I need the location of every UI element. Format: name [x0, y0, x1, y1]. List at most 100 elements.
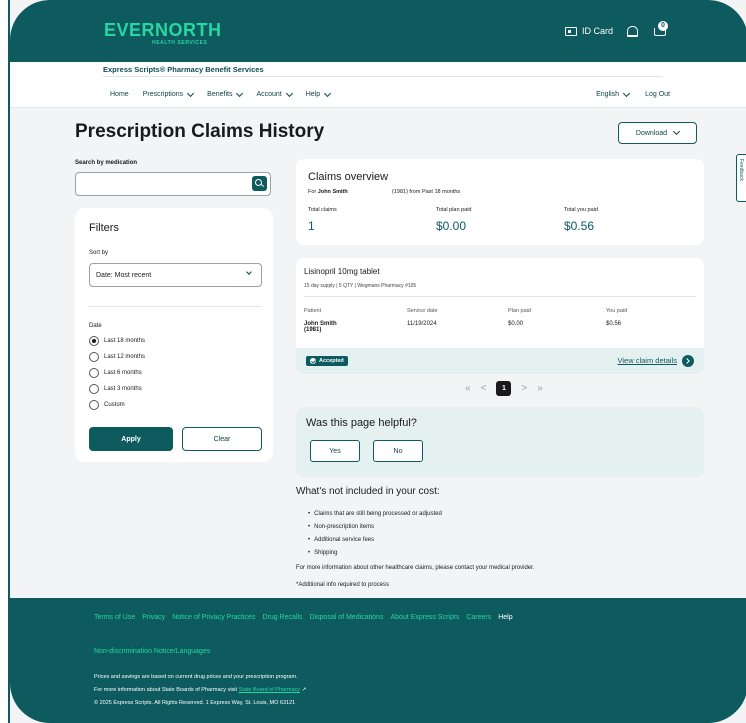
overview-range: (1981) from Past 18 months — [392, 189, 461, 195]
search-input[interactable] — [75, 172, 271, 196]
chevron-down-icon — [236, 89, 244, 97]
language-label: English — [596, 91, 620, 98]
evernorth-logo[interactable]: EVERNORTH — [104, 20, 222, 41]
date-option-custom[interactable]: Custom — [89, 400, 125, 410]
top-right-actions: ID Card 0 — [564, 21, 668, 37]
plan-paid-value: $0.00 — [436, 219, 467, 233]
logo-subtitle: HEALTH SERVICES — [152, 40, 208, 46]
external-link-icon: ↗ — [301, 687, 307, 693]
nav-account-label: Account — [256, 91, 282, 98]
pagination: « < 1 > » — [465, 381, 543, 396]
chevron-down-icon — [673, 127, 681, 136]
status-label: Accepted — [319, 358, 344, 364]
current-page[interactable]: 1 — [496, 381, 512, 396]
radio-icon — [89, 400, 99, 410]
filters-panel: Filters Sort by Date: Most recent Date L… — [75, 208, 273, 462]
chevron-down-icon — [623, 89, 631, 97]
nav-help[interactable]: Help — [306, 89, 332, 98]
footer-link-privacy[interactable]: Privacy — [142, 614, 165, 621]
main-nav: Home Prescriptions Benefits Account Help — [110, 89, 332, 98]
state-board-link[interactable]: State Board of Pharmacy — [239, 687, 300, 693]
claim-footer: Accepted View claim details — [296, 348, 704, 374]
nav-account[interactable]: Account — [256, 89, 293, 98]
download-button[interactable]: Download — [618, 122, 697, 144]
footer-link-disposal[interactable]: Disposal of Medications — [310, 614, 384, 621]
footer-copyright: © 2025 Express Scripts. All Rights Reser… — [94, 700, 296, 706]
date-option-label: Last 3 months — [104, 386, 142, 392]
page-title: Prescription Claims History — [75, 121, 325, 142]
helpful-card: Was this page helpful? Yes No — [296, 407, 704, 477]
status-badge: Accepted — [306, 356, 348, 366]
clear-button[interactable]: Clear — [182, 427, 262, 451]
cart-button[interactable]: 0 — [652, 21, 668, 37]
yes-button[interactable]: Yes — [310, 440, 360, 462]
claim-you-paid-label: You paid — [606, 308, 628, 314]
footer-link-drug-recalls[interactable]: Drug Recalls — [262, 614, 302, 621]
footer-prices-text: Prices and savings are based on current … — [94, 674, 298, 680]
date-option-12-months[interactable]: Last 12 months — [89, 352, 145, 362]
claim-drug-name: Lisinopril 10mg tablet — [304, 267, 380, 276]
list-item: Non-prescription items — [308, 521, 442, 534]
patient-label: Patient — [304, 308, 322, 314]
sub-header: Express Scripts® Pharmacy Benefit Servic… — [10, 62, 746, 108]
claim-details: 15 day supply | 5 QTY | Wegmans Pharmacy… — [304, 283, 417, 289]
next-page-button[interactable]: > — [521, 383, 527, 394]
nav-prescriptions-label: Prescriptions — [142, 91, 184, 98]
filters-title: Filters — [89, 222, 119, 234]
sort-by-label: Sort by — [89, 250, 109, 256]
download-label: Download — [635, 129, 668, 137]
arrow-right-circle-icon[interactable] — [682, 355, 694, 367]
date-option-3-months[interactable]: Last 3 months — [89, 384, 142, 394]
first-page-button[interactable]: « — [465, 383, 471, 394]
prev-page-button[interactable]: < — [481, 383, 487, 394]
no-button[interactable]: No — [373, 440, 423, 462]
divider — [103, 76, 663, 77]
you-paid-value: $0.56 — [564, 219, 595, 233]
footer-boards-text: For more information about State Boards … — [94, 687, 306, 693]
footer-link-privacy-notice[interactable]: Notice of Privacy Practices — [172, 614, 255, 621]
chevron-down-icon — [246, 269, 252, 275]
view-claim-details-link[interactable]: View claim details — [618, 356, 677, 365]
search-icon[interactable] — [252, 176, 267, 191]
footer-link-careers[interactable]: Careers — [466, 614, 491, 621]
id-card-icon — [564, 26, 577, 36]
member-name: John Smith — [317, 189, 348, 195]
date-option-label: Custom — [104, 402, 125, 408]
overview-member: For John Smith — [308, 189, 348, 195]
nondiscrimination-link[interactable]: Non-discrimination Notice/Languages — [94, 648, 210, 655]
footer-link-terms[interactable]: Terms of Use — [94, 614, 135, 621]
footer-link-about[interactable]: About Express Scripts — [390, 614, 459, 621]
date-label: Date — [89, 323, 102, 329]
footer-link-help[interactable]: Help — [498, 614, 512, 621]
apply-button[interactable]: Apply — [89, 427, 173, 451]
logout-link[interactable]: Log Out — [645, 91, 670, 98]
overview-title: Claims overview — [308, 171, 389, 183]
nav-prescriptions[interactable]: Prescriptions — [142, 89, 195, 98]
date-option-6-months[interactable]: Last 6 months — [89, 368, 142, 378]
total-claims-value: 1 — [308, 219, 315, 233]
nav-home[interactable]: Home — [110, 91, 129, 98]
date-option-18-months[interactable]: Last 18 months — [89, 336, 145, 346]
list-item: Additional service fees — [308, 534, 442, 547]
claim-you-paid-value: $0.56 — [606, 321, 622, 327]
language-select[interactable]: English — [596, 89, 631, 98]
brand-line: Express Scripts® Pharmacy Benefit Servic… — [103, 65, 264, 74]
sort-select[interactable]: Date: Most recent — [89, 263, 262, 287]
footer: Terms of Use Privacy Notice of Privacy P… — [10, 598, 746, 723]
last-page-button[interactable]: » — [537, 383, 543, 394]
bell-icon[interactable] — [627, 25, 638, 37]
divider — [89, 306, 262, 307]
feedback-tab[interactable]: Feedback — [736, 154, 746, 202]
chevron-down-icon — [324, 89, 332, 97]
id-card-label: ID Card — [581, 26, 613, 36]
not-included-title: What's not included in your cost: — [296, 486, 440, 497]
feedback-label: Feedback — [738, 159, 744, 181]
date-option-label: Last 12 months — [104, 354, 146, 360]
service-date-label: Service date — [407, 308, 438, 314]
nav-benefits[interactable]: Benefits — [207, 89, 244, 98]
id-card-button[interactable]: ID Card — [564, 26, 613, 36]
you-paid-label: Total you paid — [564, 207, 598, 213]
top-bar: EVERNORTH HEALTH SERVICES ID Card 0 — [10, 0, 746, 62]
not-included-list: Claims that are still being processed or… — [308, 508, 442, 560]
chevron-down-icon — [187, 89, 195, 97]
